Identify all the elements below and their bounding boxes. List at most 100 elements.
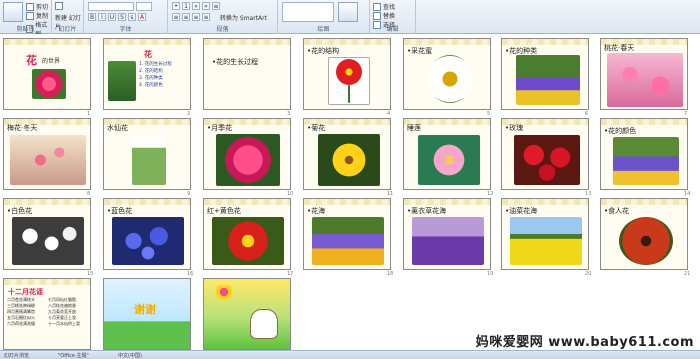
- slide-16[interactable]: •蓝色花: [103, 198, 191, 270]
- copy-label: 复制: [36, 13, 49, 20]
- replace-button[interactable]: 替换: [373, 11, 395, 20]
- slide-2[interactable]: 花 1. 花的生长过程 2. 花的结构 3. 花的种类 4. 花的颜色: [103, 38, 191, 110]
- slides-group: 新建 幻灯片 幻灯片: [52, 0, 84, 34]
- shapes-gallery[interactable]: [282, 2, 334, 22]
- outline-item: 2. 花的结构: [139, 69, 163, 74]
- slide-1[interactable]: 花 的世界: [3, 38, 91, 110]
- convert-smartart-button[interactable]: 转换为 SmartArt: [220, 13, 267, 22]
- slide-number: 17: [287, 271, 294, 277]
- paste-button[interactable]: [3, 2, 23, 22]
- slide-13[interactable]: •玫瑰: [501, 118, 589, 190]
- cartoon-house-image: [250, 309, 278, 339]
- red-yellow-flower-image: [212, 217, 284, 265]
- cut-label: 剪切: [36, 4, 49, 11]
- slide-banner: [601, 199, 687, 205]
- flower-diagram: [336, 59, 362, 85]
- slide-6[interactable]: •花的种类: [501, 38, 589, 110]
- slide-20[interactable]: •油菜花海: [501, 198, 589, 270]
- arrange-button[interactable]: [338, 2, 358, 22]
- slide-title: •花的颜色: [604, 127, 637, 135]
- slide-title: •蓝色花: [107, 207, 133, 215]
- slide-number: 2: [187, 111, 191, 117]
- slide-19[interactable]: •薰衣草花海: [403, 198, 491, 270]
- slide-12[interactable]: 睡莲: [403, 118, 491, 190]
- slide-14[interactable]: •花的颜色: [600, 118, 688, 190]
- slide-8[interactable]: 梅花·冬天: [3, 118, 91, 190]
- status-bar: 幻灯片浏览 "Office 主题" 中文(中国): [0, 350, 700, 359]
- align-right-button[interactable]: ≡: [192, 13, 200, 21]
- slide-7[interactable]: 桃花·春天: [600, 38, 688, 110]
- justify-button[interactable]: ≡: [202, 13, 210, 21]
- slide-banner: [502, 199, 588, 205]
- cut-button[interactable]: 剪切: [26, 2, 48, 11]
- slide-number: 19: [487, 271, 494, 277]
- shadow-button[interactable]: s: [128, 13, 136, 21]
- font-color-button[interactable]: A: [138, 13, 146, 21]
- daisy-bee-image: [428, 55, 472, 103]
- slide-17[interactable]: 红+黄色花: [203, 198, 291, 270]
- slide-number: 15: [87, 271, 94, 277]
- font-name-box[interactable]: [88, 2, 134, 11]
- clipboard-group: 剪切 复制 格式刷 剪贴板: [0, 0, 52, 38]
- slide-3[interactable]: •花的生长过程: [203, 38, 291, 110]
- language: 中文(中国): [118, 353, 142, 359]
- new-slide-button[interactable]: [55, 2, 63, 10]
- slide-number: 12: [487, 191, 494, 197]
- slide-banner: [104, 199, 190, 205]
- decrease-indent-button[interactable]: «: [192, 2, 200, 10]
- slide-banner: [4, 199, 90, 205]
- slide-number: 13: [585, 191, 592, 197]
- slide-number: 4: [387, 111, 391, 117]
- slide-11[interactable]: •菊花: [303, 118, 391, 190]
- rapeseed-image: [510, 217, 582, 265]
- paragraph-label: 段落: [216, 26, 229, 33]
- underline-button[interactable]: U: [108, 13, 116, 21]
- stem-diagram: [348, 85, 350, 103]
- slide-21[interactable]: •食人花: [600, 198, 688, 270]
- font-group: B I U S s A 字体: [84, 0, 168, 34]
- strike-button[interactable]: S: [118, 13, 126, 21]
- clipboard-label: 剪贴板: [16, 26, 35, 33]
- italic-button[interactable]: I: [98, 13, 106, 21]
- slide-10[interactable]: •月季花: [203, 118, 291, 190]
- slide-title: •薰衣草花海: [407, 207, 447, 215]
- red-roses-image: [514, 135, 580, 185]
- rafflesia-image: [619, 217, 673, 265]
- copy-button[interactable]: 复制: [26, 11, 48, 20]
- slide-9[interactable]: 水仙花: [103, 118, 191, 190]
- slide-23[interactable]: 谢谢: [103, 278, 191, 350]
- slide-banner: [4, 279, 90, 285]
- poem-column-left: 二月杏花满枝头 三月桃花映绿柳 四月蔷薇满篱笆 五月石榴红似火 六月荷花满池塘: [7, 297, 35, 327]
- line-spacing-button[interactable]: ≡: [212, 2, 220, 10]
- slide-title: •花的生长过程: [212, 58, 259, 66]
- slide-4[interactable]: •花的结构: [303, 38, 391, 110]
- slide-title: 水仙花: [107, 124, 128, 132]
- font-size-box[interactable]: [136, 2, 152, 11]
- align-left-button[interactable]: ≡: [172, 13, 180, 21]
- slide-18[interactable]: •花海: [303, 198, 391, 270]
- replace-label: 替换: [383, 13, 396, 20]
- bullets-button[interactable]: •: [172, 2, 180, 10]
- slide-number: 14: [684, 191, 691, 197]
- slide-15[interactable]: •白色花: [3, 198, 91, 270]
- paragraph-group: • 1 « » ≡ ≡ ≡ ≡ ≡ 转换为 SmartArt 段落: [168, 0, 278, 34]
- slide-title: •白色花: [7, 207, 33, 215]
- numbering-button[interactable]: 1: [182, 2, 190, 10]
- slide-title: •食人花: [604, 207, 630, 215]
- drawing-label: 绘图: [317, 26, 330, 33]
- slide-number: 8: [87, 191, 91, 197]
- align-center-button[interactable]: ≡: [182, 13, 190, 21]
- slide-5[interactable]: •采花蜜: [403, 38, 491, 110]
- slide-number: 21: [684, 271, 691, 277]
- find-button[interactable]: 查找: [373, 2, 395, 11]
- slide-number: 11: [387, 191, 394, 197]
- slide-title: •菊花: [307, 124, 326, 132]
- slide-24[interactable]: [203, 278, 291, 350]
- bold-button[interactable]: B: [88, 13, 96, 21]
- new-slide-icon: [55, 2, 63, 10]
- slide-22[interactable]: 十二月花谣 二月杏花满枝头 三月桃花映绿柳 四月蔷薇满篱笆 五月石榴红似火 六月…: [3, 278, 91, 350]
- slide-number: 1: [87, 111, 91, 117]
- poem-line: 十一月水仙供上案: [48, 321, 80, 326]
- increase-indent-button[interactable]: »: [202, 2, 210, 10]
- replace-icon: [373, 11, 381, 20]
